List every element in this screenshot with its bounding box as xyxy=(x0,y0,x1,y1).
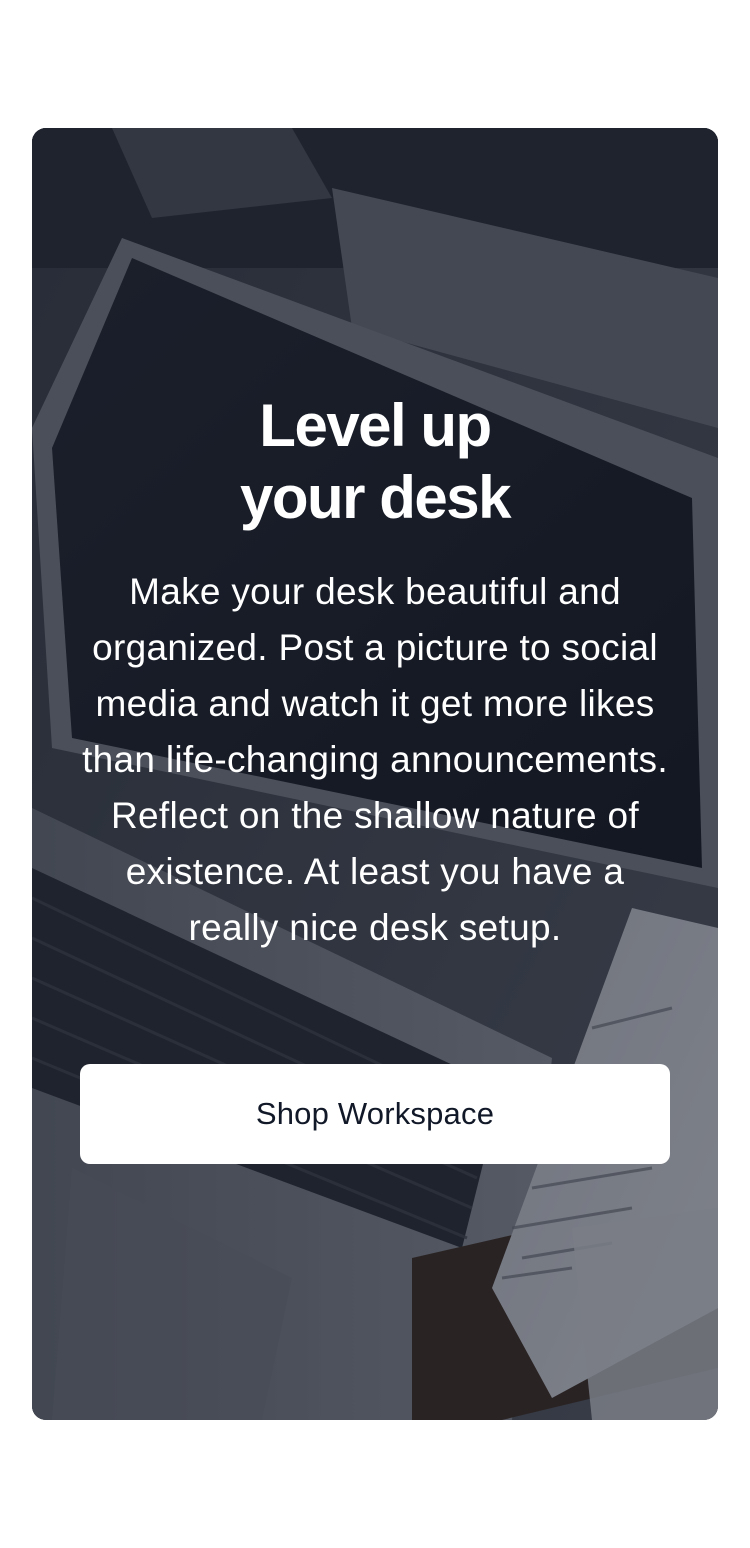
hero-content: Level up your desk Make your desk beauti… xyxy=(32,390,718,956)
page: Level up your desk Make your desk beauti… xyxy=(0,0,750,1548)
hero-title: Level up your desk xyxy=(240,392,511,531)
hero-description: Make your desk beautiful and organized. … xyxy=(82,571,668,948)
hero-card: Level up your desk Make your desk beauti… xyxy=(32,128,718,1420)
shop-workspace-button[interactable]: Shop Workspace xyxy=(80,1064,670,1164)
